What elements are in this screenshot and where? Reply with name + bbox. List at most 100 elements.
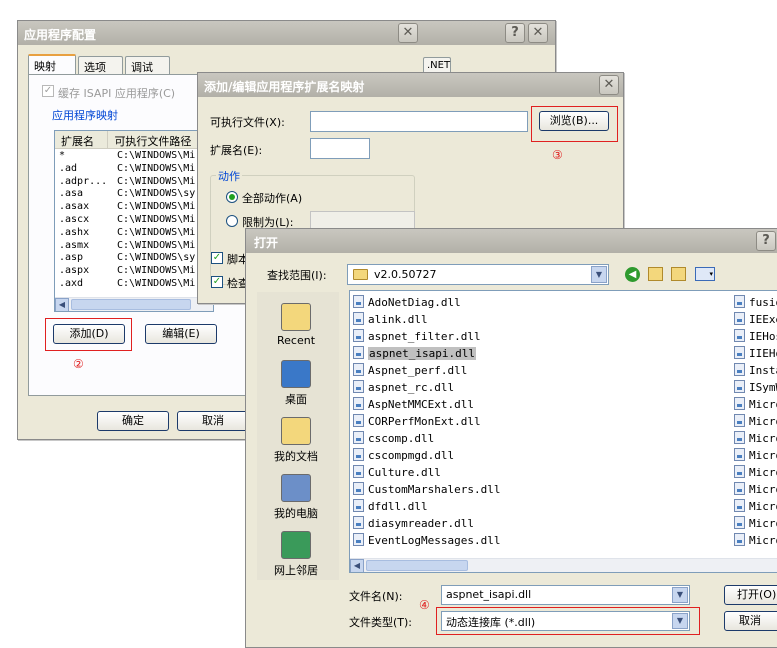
tab-debugging[interactable]: 调试 <box>125 56 170 74</box>
file-name: Micro <box>749 517 777 530</box>
file-item[interactable]: CustomMarshalers.dll <box>353 482 500 498</box>
new-folder-icon[interactable] <box>671 267 686 281</box>
table-row[interactable]: .asp C:\WINDOWS\sy <box>55 252 213 265</box>
file-name: AdoNetDiag.dll <box>368 296 461 309</box>
file-item[interactable]: aspnet_rc.dll <box>353 380 454 396</box>
file-item[interactable]: dfdll.dll <box>353 499 428 515</box>
file-item[interactable]: IEHos <box>734 329 777 345</box>
ok-button[interactable]: 确定 <box>97 411 169 431</box>
file-item[interactable]: Aspnet_perf.dll <box>353 363 467 379</box>
file-item[interactable]: cscompmgd.dll <box>353 448 454 464</box>
file-list[interactable]: AdoNetDiag.dll alink.dll aspnet_filter.dll… <box>349 290 777 573</box>
places-item[interactable]: Recent <box>258 303 334 347</box>
table-row[interactable]: * C:\WINDOWS\Mi <box>55 150 213 163</box>
file-item[interactable]: Micro <box>734 448 777 464</box>
back-icon[interactable]: ◀ <box>625 267 640 282</box>
edit-mapping-button[interactable]: 编辑(E) <box>145 324 217 344</box>
table-row[interactable]: .asa C:\WINDOWS\sy <box>55 188 213 201</box>
filename-input[interactable]: aspnet_isapi.dll ▼ <box>441 585 690 605</box>
close-icon[interactable]: ✕ <box>599 75 619 95</box>
tab-mappings[interactable]: 映射 <box>28 54 76 74</box>
file-item[interactable]: aspnet_isapi.dll <box>353 346 476 362</box>
file-item[interactable]: IIEHo <box>734 346 777 362</box>
file-name: aspnet_isapi.dll <box>368 347 476 360</box>
places-item[interactable]: 我的文档 <box>258 417 334 464</box>
file-item[interactable]: Micro <box>734 499 777 515</box>
limit-to-radio[interactable] <box>226 215 238 227</box>
scroll-thumb[interactable] <box>71 299 191 310</box>
extension-input[interactable] <box>310 138 370 159</box>
file-item[interactable]: AspNetMMCExt.dll <box>353 397 474 413</box>
file-item[interactable]: EventLogMessages.dll <box>353 533 500 549</box>
file-item[interactable]: CORPerfMonExt.dll <box>353 414 481 430</box>
extension-mapping-title: 添加/编辑应用程序扩展名映射 <box>204 80 365 94</box>
table-row[interactable]: .ascx C:\WINDOWS\Mi <box>55 214 213 227</box>
close-icon[interactable]: ✕ <box>528 23 548 43</box>
limit-to-input[interactable] <box>310 211 415 229</box>
file-name: IIEHo <box>749 347 777 360</box>
mappings-list[interactable]: 扩展名 可执行文件路径 * C:\WINDOWS\Mi .ad C:\WINDOWS\… <box>54 130 214 312</box>
table-row[interactable]: .aspx C:\WINDOWS\Mi <box>55 265 213 278</box>
check-file-exists-checkbox[interactable]: ✓ <box>211 276 223 288</box>
table-row[interactable]: .asax C:\WINDOWS\Mi <box>55 201 213 214</box>
mappings-hscroll[interactable]: ◀ <box>55 297 213 311</box>
file-item[interactable]: alink.dll <box>353 312 428 328</box>
script-engine-checkbox[interactable]: ✓ <box>211 252 223 264</box>
table-row[interactable]: .adpr... C:\WINDOWS\Mi <box>55 176 213 189</box>
dll-file-icon <box>353 380 364 393</box>
file-item[interactable]: AdoNetDiag.dll <box>353 295 461 311</box>
open-button[interactable]: 打开(O) <box>724 585 777 605</box>
up-folder-icon[interactable] <box>648 267 663 281</box>
file-item[interactable]: Micro <box>734 465 777 481</box>
file-item[interactable]: diasymreader.dll <box>353 516 474 532</box>
places-item[interactable]: 网上邻居 <box>258 531 334 578</box>
cell-extension: * <box>59 150 66 161</box>
table-row[interactable]: .axd C:\WINDOWS\Mi <box>55 278 213 291</box>
file-item[interactable]: ISymW <box>734 380 777 396</box>
my-computer-icon <box>281 474 311 502</box>
file-item[interactable]: Micro <box>734 516 777 532</box>
places-item[interactable]: 桌面 <box>258 360 334 407</box>
file-item[interactable]: Micro <box>734 533 777 549</box>
all-verbs-radio[interactable] <box>226 191 238 203</box>
file-item[interactable]: Micro <box>734 482 777 498</box>
file-item[interactable]: Micro <box>734 431 777 447</box>
look-in-dropdown[interactable]: v2.0.50727 ▼ <box>347 264 609 285</box>
help-icon[interactable]: ? <box>505 23 525 43</box>
cell-path: C:\WINDOWS\Mi <box>117 265 196 277</box>
folder-icon <box>353 269 368 280</box>
help-icon[interactable]: ? <box>756 231 776 251</box>
table-row[interactable]: .asmx C:\WINDOWS\Mi <box>55 240 213 253</box>
scroll-left-icon[interactable]: ◀ <box>55 298 69 311</box>
cell-path: C:\WINDOWS\Mi <box>117 239 196 251</box>
chevron-down-icon[interactable]: ▼ <box>672 587 688 603</box>
file-item[interactable]: Insta <box>734 363 777 379</box>
executable-input[interactable] <box>310 111 528 132</box>
close-icon[interactable]: ✕ <box>398 23 418 43</box>
places-item[interactable]: 我的电脑 <box>258 474 334 521</box>
file-item[interactable]: Micro <box>734 397 777 413</box>
cancel-button[interactable]: 取消 <box>177 411 249 431</box>
filename-label: 文件名(N): <box>349 590 403 603</box>
file-item[interactable]: Micro <box>734 414 777 430</box>
cache-isapi-checkbox[interactable]: ✓ <box>42 85 54 97</box>
file-item[interactable]: aspnet_filter.dll <box>353 329 481 345</box>
column-extension[interactable]: 扩展名 <box>55 131 109 148</box>
radio-dot-icon <box>229 194 235 200</box>
tab-options[interactable]: 选项 <box>78 56 123 74</box>
table-row[interactable]: .ashx C:\WINDOWS\Mi <box>55 227 213 240</box>
annotation-4: ④ <box>419 598 430 612</box>
scroll-thumb[interactable] <box>366 560 468 571</box>
file-item[interactable]: Culture.dll <box>353 465 441 481</box>
view-menu-icon[interactable]: ▾ <box>695 267 715 281</box>
file-name: Micro <box>749 398 777 411</box>
table-row[interactable]: .ad C:\WINDOWS\Mi <box>55 163 213 176</box>
filetype-label: 文件类型(T): <box>349 616 413 629</box>
file-item[interactable]: IEExe <box>734 312 777 328</box>
chevron-down-icon[interactable]: ▼ <box>591 266 607 283</box>
scroll-left-icon[interactable]: ◀ <box>350 559 364 572</box>
open-cancel-button[interactable]: 取消 <box>724 611 777 631</box>
file-item[interactable]: cscomp.dll <box>353 431 434 447</box>
file-item[interactable]: fusio <box>734 295 777 311</box>
file-list-hscroll[interactable]: ◀ <box>350 558 777 572</box>
